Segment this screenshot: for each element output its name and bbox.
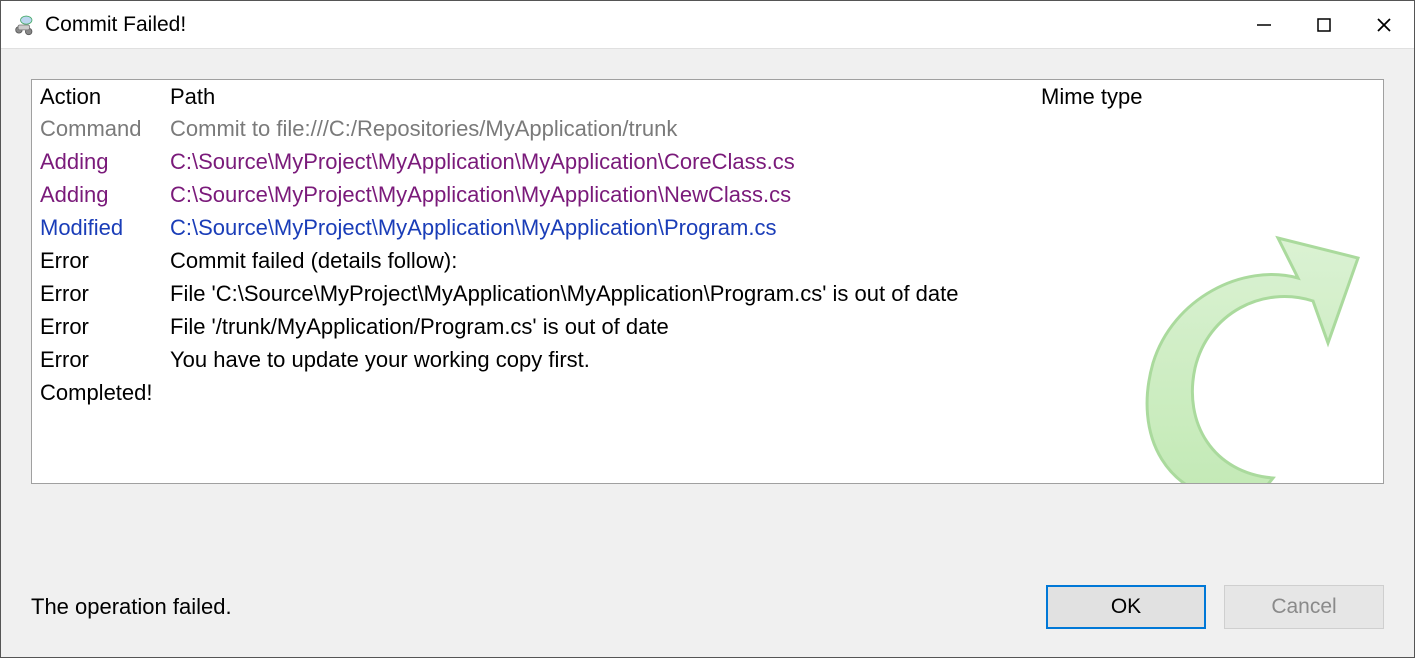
row-extra [1163, 277, 1383, 310]
minimize-button[interactable] [1234, 1, 1294, 48]
row-action: Modified [32, 211, 162, 244]
row-mime [1033, 178, 1163, 211]
row-mime [1033, 244, 1163, 277]
row-mime [1033, 343, 1163, 376]
row-extra [1163, 310, 1383, 343]
row-path: File '/trunk/MyApplication/Program.cs' i… [162, 310, 1033, 343]
row-extra [1163, 112, 1383, 145]
row-action: Adding [32, 178, 162, 211]
row-path [162, 376, 1033, 409]
row-extra [1163, 376, 1383, 409]
log-row[interactable]: ErrorFile '/trunk/MyApplication/Program.… [32, 310, 1383, 343]
log-row[interactable]: ErrorFile 'C:\Source\MyProject\MyApplica… [32, 277, 1383, 310]
row-action: Error [32, 244, 162, 277]
row-path: Commit to file:///C:/Repositories/MyAppl… [162, 112, 1033, 145]
log-row[interactable]: AddingC:\Source\MyProject\MyApplication\… [32, 145, 1383, 178]
row-path: Commit failed (details follow): [162, 244, 1033, 277]
column-extra [1163, 84, 1383, 110]
row-extra [1163, 244, 1383, 277]
log-row[interactable]: AddingC:\Source\MyProject\MyApplication\… [32, 178, 1383, 211]
window-title: Commit Failed! [45, 13, 186, 37]
status-text: The operation failed. [31, 594, 232, 620]
row-action: Error [32, 343, 162, 376]
window-controls [1234, 1, 1414, 48]
log-row[interactable]: ErrorCommit failed (details follow): [32, 244, 1383, 277]
cancel-button: Cancel [1224, 585, 1384, 629]
column-action[interactable]: Action [32, 84, 162, 110]
row-action: Error [32, 310, 162, 343]
log-row[interactable]: ErrorYou have to update your working cop… [32, 343, 1383, 376]
dialog-window: Commit Failed! Action Path Mime type Com… [0, 0, 1415, 658]
row-path: C:\Source\MyProject\MyApplication\MyAppl… [162, 211, 1033, 244]
app-icon [9, 11, 37, 39]
maximize-button[interactable] [1294, 1, 1354, 48]
row-mime [1033, 277, 1163, 310]
row-action: Completed! [32, 376, 162, 409]
row-mime [1033, 145, 1163, 178]
row-mime [1033, 211, 1163, 244]
row-mime [1033, 112, 1163, 145]
row-extra [1163, 211, 1383, 244]
close-button[interactable] [1354, 1, 1414, 48]
row-path: C:\Source\MyProject\MyApplication\MyAppl… [162, 145, 1033, 178]
row-mime [1033, 376, 1163, 409]
list-header: Action Path Mime type [32, 80, 1383, 112]
log-row[interactable]: ModifiedC:\Source\MyProject\MyApplicatio… [32, 211, 1383, 244]
row-extra [1163, 343, 1383, 376]
row-action: Command [32, 112, 162, 145]
row-extra [1163, 178, 1383, 211]
column-path[interactable]: Path [162, 84, 1033, 110]
column-mime[interactable]: Mime type [1033, 84, 1163, 110]
log-row[interactable]: CommandCommit to file:///C:/Repositories… [32, 112, 1383, 145]
row-action: Error [32, 277, 162, 310]
row-path: C:\Source\MyProject\MyApplication\MyAppl… [162, 178, 1033, 211]
footer: The operation failed. OK Cancel [1, 565, 1414, 657]
ok-button[interactable]: OK [1046, 585, 1206, 629]
content-area: Action Path Mime type CommandCommit to f… [1, 49, 1414, 565]
titlebar: Commit Failed! [1, 1, 1414, 49]
rows-container: CommandCommit to file:///C:/Repositories… [32, 112, 1383, 409]
row-path: File 'C:\Source\MyProject\MyApplication\… [162, 277, 1033, 310]
row-action: Adding [32, 145, 162, 178]
row-path: You have to update your working copy fir… [162, 343, 1033, 376]
row-mime [1033, 310, 1163, 343]
log-list[interactable]: Action Path Mime type CommandCommit to f… [31, 79, 1384, 484]
log-row[interactable]: Completed! [32, 376, 1383, 409]
row-extra [1163, 145, 1383, 178]
